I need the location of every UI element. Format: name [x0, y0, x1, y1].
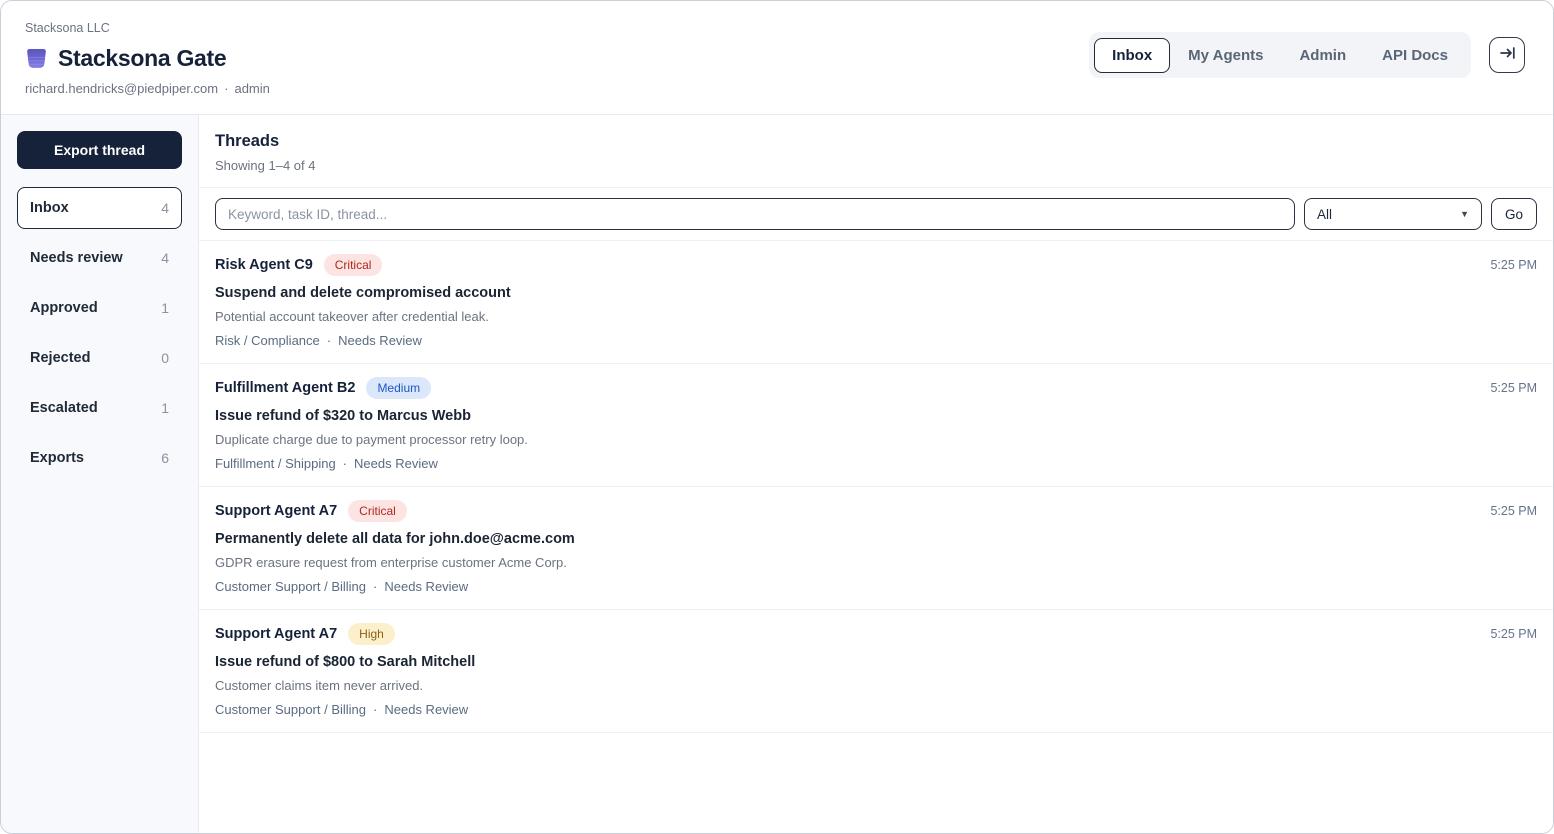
sidebar-item-label: Approved: [30, 300, 98, 316]
thread-status: Needs Review: [384, 579, 468, 594]
severity-badge: Critical: [324, 254, 383, 276]
thread-category: Fulfillment / Shipping: [215, 456, 336, 471]
thread-time: 5:25 PM: [1490, 627, 1537, 641]
sidebar-item-label: Exports: [30, 450, 84, 466]
agent-name: Support Agent A7: [215, 503, 337, 519]
dot-separator: ·: [224, 81, 228, 96]
severity-badge: Medium: [366, 377, 431, 399]
sidebar-item-count: 1: [161, 300, 169, 316]
sidebar-item-inbox[interactable]: Inbox 4: [17, 187, 182, 229]
main-panel: Threads Showing 1–4 of 4 All ▼ Go Risk A…: [199, 115, 1553, 833]
sidebar: Export thread Inbox 4 Needs review 4 App…: [1, 115, 199, 833]
thread-category: Customer Support / Billing: [215, 702, 366, 717]
thread-time: 5:25 PM: [1490, 381, 1537, 395]
thread-title: Issue refund of $800 to Sarah Mitchell: [215, 654, 1537, 670]
tab-api-docs[interactable]: API Docs: [1364, 38, 1466, 73]
thread-row[interactable]: Fulfillment Agent B2 Medium 5:25 PM Issu…: [199, 364, 1553, 487]
search-input[interactable]: [215, 198, 1295, 230]
dot-separator: ·: [373, 579, 377, 594]
thread-row[interactable]: Risk Agent C9 Critical 5:25 PM Suspend a…: [199, 241, 1553, 364]
sidebar-item-count: 4: [161, 250, 169, 266]
filter-dropdown[interactable]: All ▼: [1304, 198, 1482, 230]
tab-my-agents[interactable]: My Agents: [1170, 38, 1281, 73]
app-header: Stacksona LLC: [1, 1, 1553, 115]
search-bar: All ▼ Go: [199, 188, 1553, 240]
thread-status: Needs Review: [354, 456, 438, 471]
thread-list: Risk Agent C9 Critical 5:25 PM Suspend a…: [199, 241, 1553, 833]
sidebar-item-exports[interactable]: Exports 6: [17, 437, 182, 479]
sidebar-item-needs-review[interactable]: Needs review 4: [17, 237, 182, 279]
page-title: Threads: [215, 132, 1537, 151]
thread-meta: Fulfillment / Shipping · Needs Review: [215, 456, 1537, 471]
sidebar-item-label: Inbox: [30, 200, 69, 216]
chevron-down-icon: ▼: [1460, 209, 1469, 219]
sidebar-item-label: Needs review: [30, 250, 123, 266]
thread-row[interactable]: Support Agent A7 Critical 5:25 PM Perman…: [199, 487, 1553, 610]
thread-title: Issue refund of $320 to Marcus Webb: [215, 408, 1537, 424]
sidebar-item-approved[interactable]: Approved 1: [17, 287, 182, 329]
header-actions: Inbox My Agents Admin API Docs: [1089, 32, 1525, 78]
user-email: richard.hendricks@piedpiper.com: [25, 81, 218, 96]
agent-name: Fulfillment Agent B2: [215, 380, 355, 396]
thread-time: 5:25 PM: [1490, 504, 1537, 518]
header-identity: Stacksona LLC: [25, 21, 270, 96]
top-nav: Inbox My Agents Admin API Docs: [1089, 32, 1471, 78]
thread-meta: Customer Support / Billing · Needs Review: [215, 579, 1537, 594]
sidebar-item-count: 1: [161, 400, 169, 416]
thread-status: Needs Review: [384, 702, 468, 717]
thread-category: Risk / Compliance: [215, 333, 320, 348]
sidebar-item-label: Rejected: [30, 350, 90, 366]
thread-meta: Customer Support / Billing · Needs Review: [215, 702, 1537, 717]
sidebar-item-rejected[interactable]: Rejected 0: [17, 337, 182, 379]
results-count: Showing 1–4 of 4: [215, 158, 1537, 173]
dot-separator: ·: [343, 456, 347, 471]
thread-category: Customer Support / Billing: [215, 579, 366, 594]
agent-name: Risk Agent C9: [215, 257, 313, 273]
sidebar-item-count: 4: [161, 200, 169, 216]
org-name: Stacksona LLC: [25, 21, 270, 35]
tab-inbox[interactable]: Inbox: [1094, 38, 1170, 73]
severity-badge: Critical: [348, 500, 407, 522]
thread-description: Potential account takeover after credent…: [215, 309, 1537, 324]
filter-dropdown-value: All: [1317, 207, 1332, 222]
dot-separator: ·: [373, 702, 377, 717]
thread-meta: Risk / Compliance · Needs Review: [215, 333, 1537, 348]
agent-name: Support Agent A7: [215, 626, 337, 642]
thread-description: Duplicate charge due to payment processo…: [215, 432, 1537, 447]
dot-separator: ·: [327, 333, 331, 348]
sidebar-item-label: Escalated: [30, 400, 98, 416]
app-logo-icon: [25, 48, 48, 69]
thread-row[interactable]: Support Agent A7 High 5:25 PM Issue refu…: [199, 610, 1553, 733]
arrow-right-to-bar-icon: [1499, 45, 1516, 66]
thread-time: 5:25 PM: [1490, 258, 1537, 272]
tab-admin[interactable]: Admin: [1281, 38, 1364, 73]
go-button[interactable]: Go: [1491, 198, 1537, 230]
export-thread-button[interactable]: Export thread: [17, 131, 182, 169]
sidebar-item-count: 0: [161, 350, 169, 366]
thread-status: Needs Review: [338, 333, 422, 348]
thread-title: Permanently delete all data for john.doe…: [215, 531, 1537, 547]
user-identity: richard.hendricks@piedpiper.com · admin: [25, 81, 270, 96]
threads-header: Threads Showing 1–4 of 4: [199, 115, 1553, 187]
severity-badge: High: [348, 623, 395, 645]
app-title: Stacksona Gate: [58, 45, 226, 72]
logout-button[interactable]: [1489, 37, 1525, 73]
thread-title: Suspend and delete compromised account: [215, 285, 1537, 301]
sidebar-item-count: 6: [161, 450, 169, 466]
user-role: admin: [234, 81, 269, 96]
thread-description: GDPR erasure request from enterprise cus…: [215, 555, 1537, 570]
thread-description: Customer claims item never arrived.: [215, 678, 1537, 693]
sidebar-item-escalated[interactable]: Escalated 1: [17, 387, 182, 429]
app-window: Stacksona LLC: [0, 0, 1554, 834]
sidebar-nav: Inbox 4 Needs review 4 Approved 1 Reject…: [17, 187, 182, 479]
